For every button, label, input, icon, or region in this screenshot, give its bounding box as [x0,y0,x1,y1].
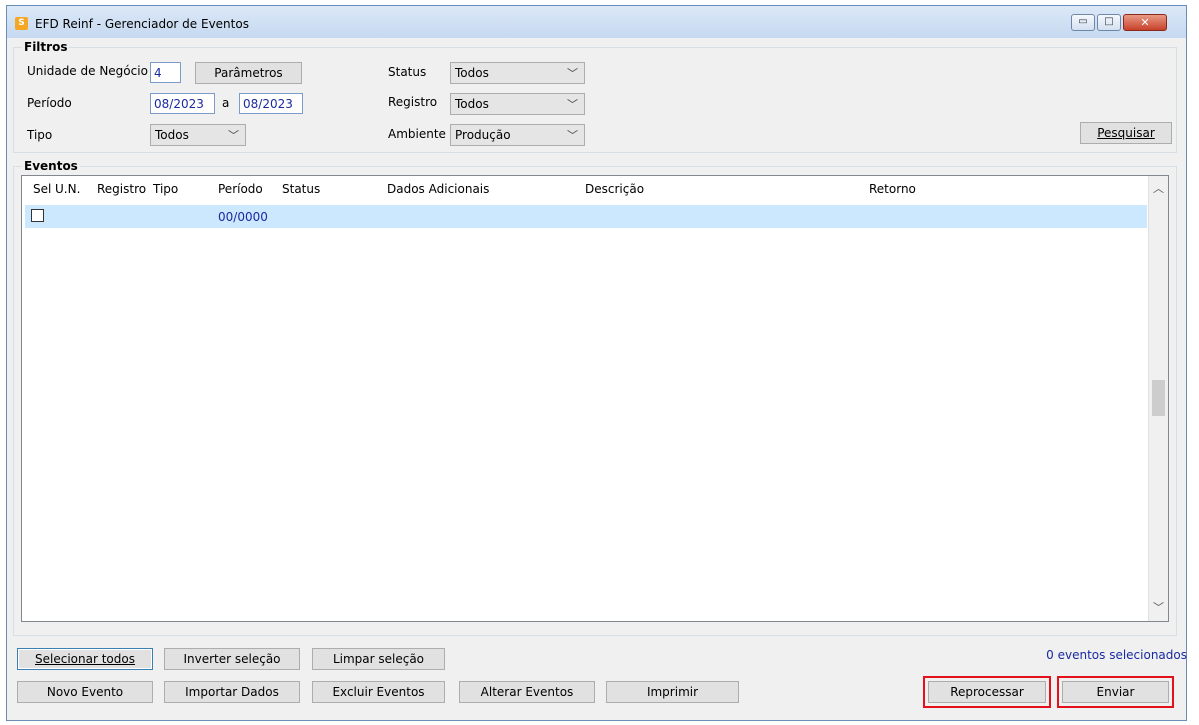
selecionar-todos-button[interactable]: Selecionar todos [17,648,153,670]
maximize-button[interactable]: □ [1097,14,1121,31]
registro-select[interactable]: Todos ﹀ [450,93,585,115]
reprocessar-button[interactable]: Reprocessar [928,681,1046,703]
vertical-scrollbar[interactable]: ︿ ﹀ [1148,176,1168,621]
col-header-tipo[interactable]: Tipo [153,182,178,196]
row-periodo: 00/0000 [218,210,268,224]
close-button[interactable]: ✕ [1123,14,1167,31]
unidade-label: Unidade de Negócio [27,64,148,78]
col-header-registro[interactable]: Registro [97,182,146,196]
ambiente-select[interactable]: Produção ﹀ [450,124,585,146]
table-row[interactable]: 00/0000 [25,205,1147,228]
status-label: Status [388,65,427,79]
novo-evento-button[interactable]: Novo Evento [17,681,153,703]
col-header-status[interactable]: Status [282,182,320,196]
periodo-label: Período [27,96,72,110]
row-select-checkbox[interactable] [31,209,44,222]
close-icon: ✕ [1140,16,1150,29]
col-header-descricao[interactable]: Descrição [585,182,644,196]
inverter-selecao-button[interactable]: Inverter seleção [164,648,300,670]
chevron-down-icon: ﹀ [567,98,578,111]
periodo-separator: a [222,96,230,110]
periodo-fim-input[interactable] [239,93,303,114]
parametros-button[interactable]: Parâmetros [195,62,302,84]
minimize-button[interactable]: ▭ [1071,14,1095,31]
tipo-select-value: Todos [155,128,189,142]
status-select[interactable]: Todos ﹀ [450,62,585,84]
tipo-select[interactable]: Todos ﹀ [150,124,246,146]
minimize-icon: ▭ [1078,16,1088,27]
importar-dados-button[interactable]: Importar Dados [164,681,300,703]
filtros-title: Filtros [22,40,70,54]
scrollbar-thumb[interactable] [1152,380,1165,416]
maximize-icon: □ [1104,16,1114,27]
chevron-down-icon: ﹀ [228,129,239,142]
eventos-grid[interactable]: Sel U.N. Registro Tipo Período Status Da… [21,175,1169,622]
chevron-up-icon[interactable]: ︿ [1149,180,1168,196]
registro-select-value: Todos [455,97,489,111]
excluir-eventos-button[interactable]: Excluir Eventos [312,681,445,703]
tipo-label: Tipo [27,128,53,142]
filtros-group: Filtros Unidade de Negócio Parâmetros Pe… [13,40,1177,153]
chevron-down-icon: ﹀ [567,129,578,142]
chevron-down-icon: ﹀ [567,67,578,80]
ambiente-label: Ambiente [388,127,446,141]
app-logo-icon: S [15,17,28,30]
col-header-un[interactable]: U.N. [55,182,80,196]
eventos-title: Eventos [22,159,80,173]
title-bar: S EFD Reinf - Gerenciador de Eventos ▭ □… [7,6,1186,38]
status-select-value: Todos [455,66,489,80]
limpar-selecao-button[interactable]: Limpar seleção [312,648,445,670]
enviar-button[interactable]: Enviar [1062,681,1169,703]
chevron-down-icon[interactable]: ﹀ [1149,599,1168,615]
col-header-retorno[interactable]: Retorno [869,182,916,196]
unidade-input[interactable] [150,62,181,83]
periodo-inicio-input[interactable] [150,93,215,114]
pesquisar-button[interactable]: Pesquisar [1080,122,1172,144]
alterar-eventos-button[interactable]: Alterar Eventos [459,681,595,703]
col-header-sel[interactable]: Sel [33,182,51,196]
imprimir-button[interactable]: Imprimir [606,681,739,703]
ambiente-select-value: Produção [455,128,511,142]
col-header-dados-adicionais[interactable]: Dados Adicionais [387,182,489,196]
window-title: EFD Reinf - Gerenciador de Eventos [35,17,249,31]
registro-label: Registro [388,95,438,109]
selected-count-text: 0 eventos selecionados [1046,648,1187,662]
col-header-periodo[interactable]: Período [218,182,263,196]
